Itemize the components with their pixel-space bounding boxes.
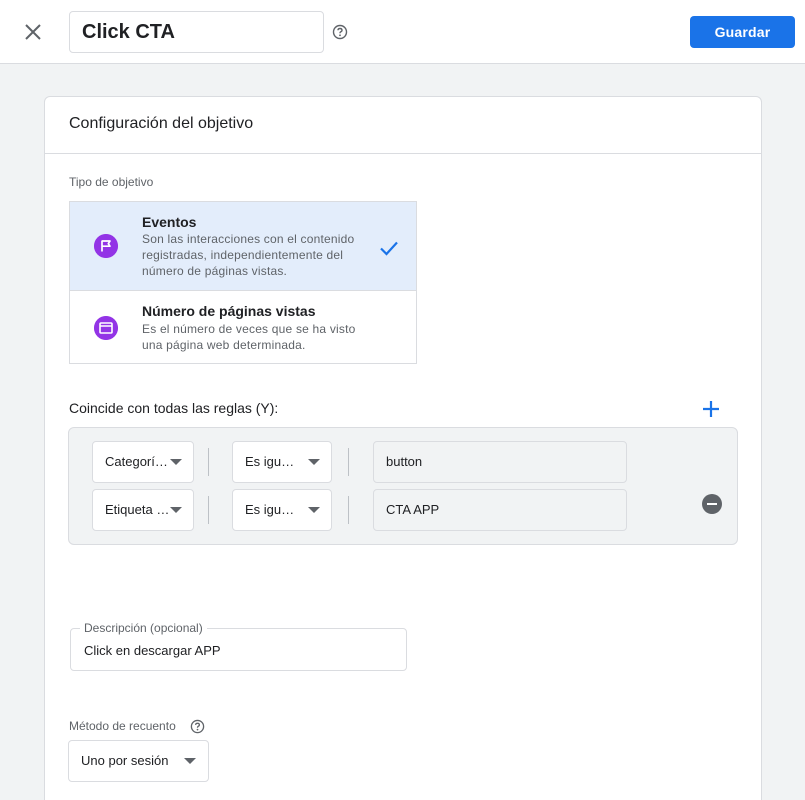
option-description: Es el número de veces que se ha visto bbox=[142, 322, 356, 336]
description-label: Descripción (opcional) bbox=[80, 621, 207, 635]
option-description: una página web determinada. bbox=[142, 338, 306, 352]
card-divider bbox=[45, 153, 761, 154]
rules-label: Coincide con todas las reglas (Y): bbox=[69, 400, 279, 416]
select-value: Es igu… bbox=[245, 502, 295, 517]
rule-operator-select[interactable]: Es igu… bbox=[232, 489, 332, 531]
browser-window-icon bbox=[94, 316, 118, 340]
divider bbox=[208, 448, 209, 476]
goal-name-input[interactable]: Click CTA bbox=[69, 11, 324, 53]
rule-field-select[interactable]: Etiqueta … bbox=[92, 489, 194, 531]
select-value: Etiqueta … bbox=[105, 502, 170, 517]
add-icon[interactable] bbox=[701, 399, 721, 419]
flag-icon bbox=[94, 234, 118, 258]
description-value: Click en descargar APP bbox=[84, 643, 221, 658]
rule-field-select[interactable]: Categorí… bbox=[92, 441, 194, 483]
check-icon bbox=[380, 241, 398, 256]
select-value: Categorí… bbox=[105, 454, 168, 469]
option-title: Eventos bbox=[142, 214, 197, 230]
rule-value-input[interactable]: CTA APP bbox=[373, 489, 627, 531]
select-value: Es igu… bbox=[245, 454, 295, 469]
goal-type-selector: Eventos Son las interacciones con el con… bbox=[69, 201, 417, 364]
top-bar: Click CTA Guardar bbox=[0, 0, 805, 64]
rules-container: Categorí… Es igu… button Etiqueta … Es i… bbox=[68, 427, 738, 545]
option-description: número de páginas vistas. bbox=[142, 264, 288, 278]
goal-type-option-pageviews[interactable]: Número de páginas vistas Es el número de… bbox=[70, 291, 416, 363]
goal-config-card: Configuración del objetivo Tipo de objet… bbox=[44, 96, 762, 800]
dropdown-arrow-icon bbox=[184, 758, 196, 764]
help-icon[interactable] bbox=[190, 719, 205, 734]
option-description: Son las interacciones con el contenido bbox=[142, 232, 355, 246]
remove-icon[interactable] bbox=[702, 494, 722, 514]
select-value: Uno por sesión bbox=[81, 753, 169, 768]
dropdown-arrow-icon bbox=[170, 507, 182, 513]
dropdown-arrow-icon bbox=[170, 459, 182, 465]
count-method-select[interactable]: Uno por sesión bbox=[68, 740, 209, 782]
option-description: registradas, independientemente del bbox=[142, 248, 344, 262]
divider bbox=[208, 496, 209, 524]
divider bbox=[348, 448, 349, 476]
goal-type-option-events[interactable]: Eventos Son las interacciones con el con… bbox=[70, 202, 416, 290]
dropdown-arrow-icon bbox=[308, 507, 320, 513]
dropdown-arrow-icon bbox=[308, 459, 320, 465]
rule-operator-select[interactable]: Es igu… bbox=[232, 441, 332, 483]
close-icon[interactable] bbox=[20, 19, 46, 45]
goal-type-label: Tipo de objetivo bbox=[69, 175, 154, 189]
help-icon[interactable] bbox=[332, 24, 348, 40]
divider bbox=[348, 496, 349, 524]
count-method-label: Método de recuento bbox=[69, 719, 176, 733]
rule-value-input[interactable]: button bbox=[373, 441, 627, 483]
option-title: Número de páginas vistas bbox=[142, 303, 316, 319]
description-field[interactable]: Descripción (opcional) Click en descarga… bbox=[70, 621, 407, 671]
save-button[interactable]: Guardar bbox=[690, 16, 795, 48]
card-title: Configuración del objetivo bbox=[69, 115, 254, 132]
